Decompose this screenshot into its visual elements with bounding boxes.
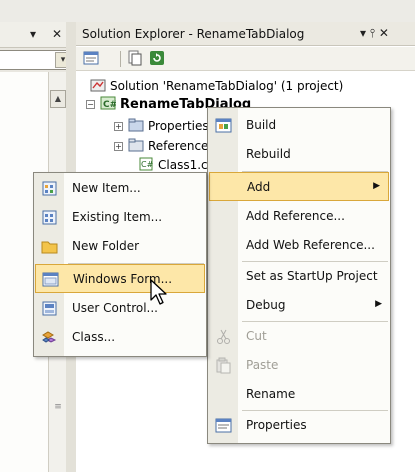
properties-folder-icon	[128, 118, 144, 132]
add-submenu: New Item... Existing Item... New Folder …	[33, 172, 207, 357]
expand-toggle-icon[interactable]: +	[114, 142, 123, 151]
expand-toggle-icon[interactable]: +	[114, 122, 123, 131]
user-control-icon	[41, 300, 58, 317]
csharp-file-icon: C#	[138, 157, 154, 171]
windows-form-icon	[42, 271, 59, 288]
menu-item-cut[interactable]: Cut	[208, 322, 390, 351]
show-all-files-icon[interactable]	[126, 50, 144, 68]
window-title: Solution Explorer - RenameTabDialog	[82, 27, 305, 41]
left-panel-header: ▾ ✕	[0, 22, 74, 48]
submenu-arrow-icon: ▶	[373, 181, 380, 191]
menu-item-new-folder[interactable]: New Folder	[34, 232, 206, 261]
menu-item-label: Add	[247, 180, 271, 194]
submenu-arrow-icon: ▶	[375, 299, 382, 309]
properties-toolbar-icon[interactable]	[82, 50, 100, 68]
tree-node-references[interactable]: References	[128, 138, 215, 153]
project-context-menu: Build Rebuild Add ▶ Add Reference... Add…	[207, 107, 391, 444]
menu-item-label: Add Reference...	[246, 209, 345, 223]
toolbar-separator	[120, 51, 121, 67]
menu-item-label: Rename	[246, 387, 296, 401]
solution-explorer-titlebar: Solution Explorer - RenameTabDialog ▾ ⫯ …	[76, 22, 415, 46]
paste-icon	[215, 357, 232, 374]
menu-item-label: Rebuild	[246, 147, 291, 161]
references-label: References	[148, 139, 215, 153]
menu-item-label: Class...	[72, 330, 116, 344]
menu-item-new-item[interactable]: New Item...	[34, 174, 206, 203]
menu-item-rebuild[interactable]: Rebuild	[208, 140, 390, 169]
folder-icon	[41, 238, 58, 255]
menu-item-add-web-reference[interactable]: Add Web Reference...	[208, 231, 390, 260]
menu-item-label: Set as StartUp Project	[246, 269, 378, 283]
tree-node-solution[interactable]: Solution 'RenameTabDialog' (1 project)	[90, 78, 343, 93]
scissors-icon	[215, 328, 232, 345]
menu-item-class[interactable]: Class...	[34, 323, 206, 352]
menu-item-existing-item[interactable]: Existing Item...	[34, 203, 206, 232]
existing-item-icon	[41, 209, 58, 226]
menu-item-windows-form[interactable]: Windows Form...	[35, 264, 205, 293]
new-item-icon	[41, 180, 58, 197]
menu-item-label: New Item...	[72, 181, 141, 195]
menu-item-label: Cut	[246, 329, 267, 343]
menu-item-debug[interactable]: Debug ▶	[208, 291, 390, 320]
menu-item-label: Add Web Reference...	[246, 238, 375, 252]
window-controls[interactable]: ▾ ⫯ ✕	[360, 26, 389, 41]
menu-item-label: Build	[246, 118, 277, 132]
menu-item-paste[interactable]: Paste	[208, 351, 390, 380]
left-panel-dropdown[interactable]: ▾	[0, 50, 73, 70]
svg-text:C#: C#	[103, 100, 116, 110]
solution-icon	[90, 78, 106, 92]
menu-item-build[interactable]: Build	[208, 111, 390, 140]
solution-label: Solution 'RenameTabDialog' (1 project)	[110, 79, 344, 93]
menu-item-label: User Control...	[72, 301, 158, 315]
menu-item-label: Debug	[246, 298, 286, 312]
properties-label: Properties	[148, 119, 209, 133]
menu-item-label: Properties	[246, 418, 307, 432]
top-strip	[0, 0, 415, 22]
references-folder-icon	[128, 138, 144, 152]
class1-label: Class1.cs	[158, 158, 214, 172]
tree-node-properties[interactable]: Properties	[128, 118, 209, 133]
class-icon	[41, 329, 58, 346]
menu-item-user-control[interactable]: User Control...	[34, 294, 206, 323]
close-icon[interactable]: ✕	[52, 27, 62, 41]
refresh-icon[interactable]	[148, 50, 166, 68]
dropdown-arrow-icon[interactable]: ▾	[30, 27, 36, 41]
menu-item-label: Paste	[246, 358, 279, 372]
svg-text:C#: C#	[141, 160, 154, 169]
solution-explorer-toolbar	[76, 47, 415, 71]
tree-node-class1[interactable]: C# Class1.cs	[138, 157, 214, 172]
scroll-grip-icon[interactable]: ≡	[52, 402, 64, 414]
menu-item-add-reference[interactable]: Add Reference...	[208, 202, 390, 231]
scroll-up-button[interactable]: ▲	[50, 90, 66, 108]
menu-item-properties[interactable]: Properties	[208, 411, 390, 440]
menu-item-label: New Folder	[72, 239, 140, 253]
collapse-toggle-icon[interactable]: −	[86, 100, 95, 109]
properties-icon	[215, 417, 232, 434]
build-icon	[215, 117, 232, 134]
menu-item-set-startup[interactable]: Set as StartUp Project	[208, 262, 390, 291]
mouse-pointer-icon	[150, 279, 167, 305]
menu-item-rename[interactable]: Rename	[208, 380, 390, 409]
menu-item-label: Existing Item...	[72, 210, 163, 224]
project-icon: C#	[100, 96, 117, 110]
menu-item-add[interactable]: Add ▶	[209, 172, 389, 201]
